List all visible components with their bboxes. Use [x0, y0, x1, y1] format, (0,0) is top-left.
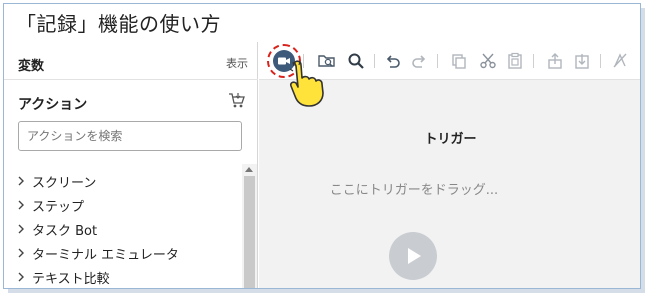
- cut-button[interactable]: [478, 51, 498, 71]
- chevron-right-icon: [18, 248, 24, 258]
- export-button[interactable]: [545, 51, 565, 71]
- toolbar-separator: [533, 54, 534, 68]
- undo-button[interactable]: [383, 51, 403, 71]
- list-item[interactable]: ステップ: [16, 194, 84, 216]
- list-item-label: タスク Bot: [32, 223, 98, 239]
- download-icon: [575, 54, 589, 69]
- screenshot-frame: 「記録」機能の使い方 変数 表示 アクション スクリーン ステップ: [3, 3, 641, 289]
- search-icon: [348, 53, 364, 69]
- copy-button[interactable]: [449, 51, 469, 71]
- redo-icon: [412, 55, 426, 68]
- variables-header: 変数 表示: [4, 42, 258, 80]
- scroll-thumb[interactable]: [244, 176, 255, 288]
- list-item-label: ステップ: [32, 199, 85, 215]
- list-item-label: スクリーン: [32, 175, 97, 191]
- list-item[interactable]: テキスト比較: [16, 266, 110, 288]
- undo-icon: [386, 55, 400, 68]
- list-item[interactable]: タスク Bot: [16, 218, 97, 240]
- flow-canvas-panel: トリガー ここにトリガーをドラッグ...: [259, 42, 640, 288]
- play-icon: [408, 248, 421, 264]
- chevron-right-icon: [18, 272, 24, 282]
- list-item-label: ターミナル エミュレータ: [32, 247, 179, 263]
- chevron-right-icon: [18, 224, 24, 234]
- run-button[interactable]: [389, 232, 437, 280]
- frame-shadow-right: [641, 8, 645, 291]
- copy-icon: [452, 54, 466, 69]
- cut-icon: [480, 53, 496, 69]
- actions-search-input[interactable]: [18, 121, 242, 151]
- redo-button[interactable]: [409, 51, 429, 71]
- frame-shadow-bottom: [8, 289, 645, 293]
- toolbar-separator: [600, 54, 601, 68]
- paste-icon: [508, 52, 522, 69]
- list-item[interactable]: スクリーン: [16, 170, 96, 192]
- variables-title: 変数: [18, 59, 45, 74]
- variables-show-link[interactable]: 表示: [226, 55, 248, 71]
- list-item[interactable]: ターミナル エミュレータ: [16, 242, 179, 264]
- page-title: 「記録」機能の使い方: [16, 12, 221, 36]
- pointing-hand-icon: [289, 60, 324, 107]
- import-button[interactable]: [572, 51, 592, 71]
- upload-icon: [548, 53, 562, 69]
- disable-button[interactable]: [610, 51, 630, 71]
- search-button[interactable]: [346, 51, 366, 71]
- trigger-label: トリガー: [424, 132, 477, 147]
- actions-title: アクション: [18, 97, 88, 113]
- paste-button[interactable]: [505, 51, 525, 71]
- trigger-drop-zone[interactable]: ここにトリガーをドラッグ...: [259, 179, 569, 198]
- actions-scrollbar[interactable]: [242, 164, 257, 288]
- list-item-label: テキスト比較: [32, 271, 110, 287]
- chevron-right-icon: [18, 176, 24, 186]
- chevron-right-icon: [18, 200, 24, 210]
- left-panel: 変数 表示 アクション スクリーン ステップ タスク: [4, 42, 258, 288]
- toolbar-separator: [437, 54, 438, 68]
- disable-icon: [613, 53, 627, 68]
- cart-icon[interactable]: [228, 92, 246, 110]
- toolbar-separator: [374, 54, 375, 68]
- scroll-up-arrow-icon[interactable]: [245, 167, 253, 172]
